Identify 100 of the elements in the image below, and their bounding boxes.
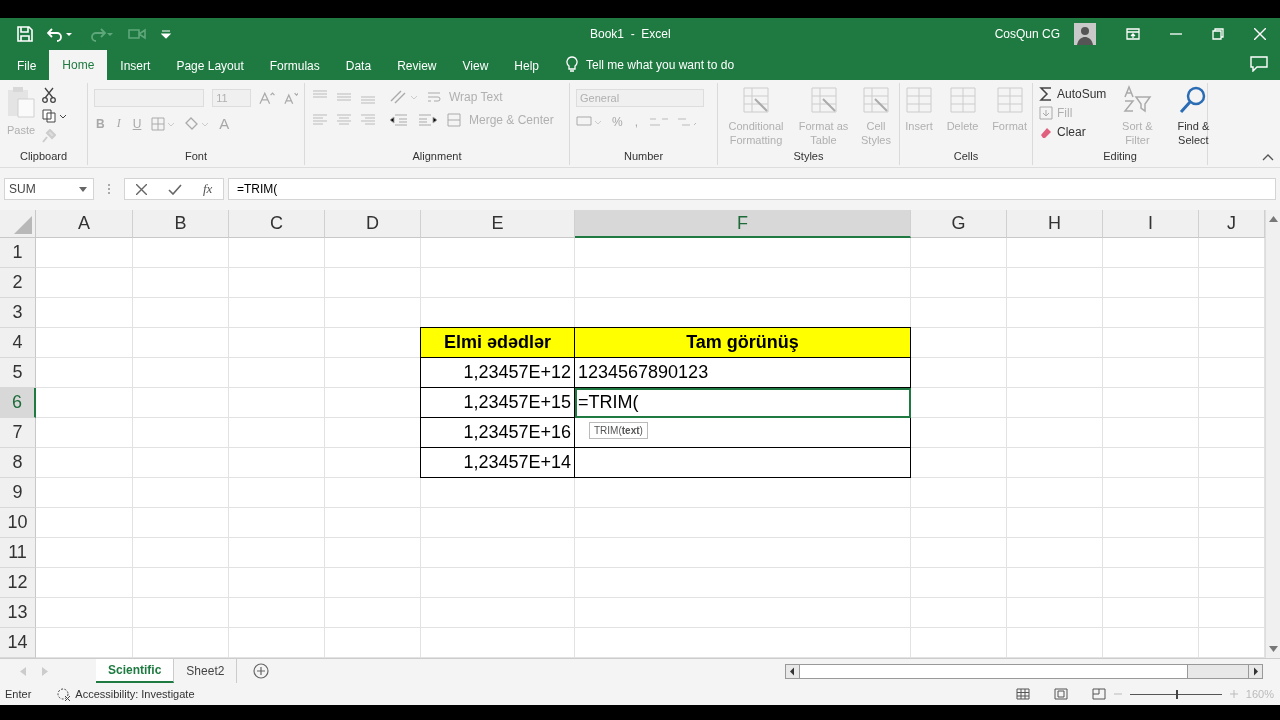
copy-icon[interactable] <box>42 109 66 123</box>
ribbon-tab[interactable]: Formulas <box>256 52 333 80</box>
ribbon-tab[interactable]: Insert <box>107 52 164 80</box>
cells-icon[interactable] <box>948 85 977 115</box>
lightbulb-icon <box>566 56 578 72</box>
column-header[interactable]: C <box>229 210 325 238</box>
editing-button[interactable]: Find & Select <box>1168 119 1219 147</box>
touch-mode-icon[interactable] <box>127 26 147 42</box>
eraser-icon[interactable] <box>1039 125 1053 139</box>
table-cell[interactable] <box>575 418 911 448</box>
editing-button[interactable]: AutoSum <box>1057 87 1107 101</box>
fill-color-icon[interactable] <box>183 115 210 132</box>
row-header[interactable]: 12 <box>0 568 36 598</box>
table-cell: 1,23457E+12 <box>420 358 575 388</box>
cells-icon[interactable] <box>995 85 1024 115</box>
column-header[interactable]: A <box>36 210 133 238</box>
ribbon-tab[interactable]: Help <box>501 52 552 80</box>
orientation-icon[interactable] <box>389 89 419 105</box>
ribbon-tab[interactable]: Home <box>49 50 108 80</box>
column-header[interactable]: E <box>421 210 575 238</box>
select-all-icon[interactable] <box>13 215 33 235</box>
collapse-ribbon-icon[interactable] <box>1262 153 1274 161</box>
column-header[interactable]: D <box>325 210 421 238</box>
sort-filter-icon[interactable] <box>1122 85 1153 115</box>
accessibility-icon[interactable] <box>57 687 72 701</box>
borders-icon[interactable] <box>151 116 176 131</box>
sheet-tab[interactable]: Scientific <box>96 659 175 683</box>
table-header: Tam görünüş <box>575 327 911 358</box>
customize-caret-icon[interactable] <box>161 29 171 39</box>
row-header[interactable]: 10 <box>0 508 36 538</box>
cells-icon[interactable] <box>905 85 933 115</box>
avatar-icon[interactable] <box>1074 23 1096 45</box>
ribbon-tab[interactable]: Page Layout <box>163 52 257 80</box>
cut-icon[interactable] <box>42 87 56 103</box>
insert-function-button[interactable]: fx <box>203 181 213 197</box>
page-layout-view-icon[interactable] <box>1053 688 1068 700</box>
close-icon[interactable] <box>1254 28 1266 40</box>
tell-me-field[interactable]: Tell me what you want to do <box>586 58 735 80</box>
add-sheet-icon[interactable] <box>253 663 270 679</box>
horizontal-scrollbar[interactable] <box>785 663 1264 679</box>
table-cell[interactable] <box>575 448 911 478</box>
column-header[interactable]: G <box>911 210 1007 238</box>
previous-sheet-icon[interactable] <box>20 666 26 676</box>
ribbon-tab[interactable]: Data <box>332 52 385 80</box>
sum-icon[interactable] <box>1039 87 1053 101</box>
merge-icon[interactable] <box>447 113 461 127</box>
row-header[interactable]: 7 <box>0 418 36 448</box>
styles-icon[interactable] <box>741 85 771 115</box>
user-name[interactable]: CosQun CG <box>994 27 1060 41</box>
column-header[interactable]: B <box>133 210 229 238</box>
row-header[interactable]: 8 <box>0 448 36 478</box>
accessibility-status[interactable]: Accessibility: Investigate <box>75 688 195 700</box>
comment-icon[interactable] <box>1250 56 1268 72</box>
row-header[interactable]: 1 <box>0 238 36 268</box>
vertical-scrollbar[interactable] <box>1265 210 1280 658</box>
shrink-font-icon[interactable] <box>282 91 298 105</box>
next-sheet-icon[interactable] <box>42 666 48 676</box>
row-header[interactable]: 6 <box>0 388 36 418</box>
formula-field[interactable]: =TRIM( <box>228 178 1276 200</box>
name-box[interactable]: SUM <box>4 178 94 200</box>
column-header[interactable]: J <box>1199 210 1265 238</box>
row-header[interactable]: 3 <box>0 298 36 328</box>
row-header[interactable]: 4 <box>0 328 36 358</box>
page-break-view-icon[interactable] <box>1091 688 1106 700</box>
ribbon-display-icon[interactable] <box>1126 28 1140 40</box>
styles-icon[interactable] <box>808 85 839 115</box>
currency-icon[interactable] <box>576 115 602 129</box>
restore-icon[interactable] <box>1212 28 1224 40</box>
ribbon-tab[interactable]: Review <box>384 52 450 80</box>
row-header[interactable]: 13 <box>0 598 36 628</box>
save-icon[interactable] <box>17 26 33 42</box>
wrap-text-icon[interactable] <box>427 90 441 104</box>
scrollbar-thumb[interactable] <box>800 664 1189 678</box>
indent-icon[interactable] <box>389 113 439 127</box>
normal-view-icon[interactable] <box>1015 688 1030 700</box>
undo-icon[interactable] <box>47 26 73 42</box>
row-header[interactable]: 5 <box>0 358 36 388</box>
ribbon-tab[interactable]: File <box>4 52 50 80</box>
row-header[interactable]: 2 <box>0 268 36 298</box>
cancel-icon[interactable] <box>135 183 147 195</box>
group-label: Clipboard <box>18 150 69 164</box>
format-painter-icon[interactable] <box>42 129 56 143</box>
editing-button[interactable]: Clear <box>1057 125 1086 139</box>
enter-check-icon[interactable] <box>167 183 182 195</box>
ribbon-tab[interactable]: View <box>449 52 502 80</box>
scroll-up-icon[interactable] <box>1268 216 1278 222</box>
row-header[interactable]: 14 <box>0 628 36 658</box>
fill-down-icon[interactable] <box>1039 106 1053 120</box>
column-header[interactable]: F <box>575 210 911 238</box>
row-header[interactable]: 9 <box>0 478 36 508</box>
column-header[interactable]: I <box>1103 210 1199 238</box>
scroll-down-icon[interactable] <box>1268 646 1278 652</box>
row-header[interactable]: 11 <box>0 538 36 568</box>
table-cell[interactable]: =TRIM( <box>575 388 911 418</box>
zoom-in-icon[interactable] <box>1229 690 1238 698</box>
grow-font-icon[interactable] <box>259 91 275 105</box>
table-cell[interactable]: 1234567890123 <box>575 358 911 388</box>
styles-icon[interactable] <box>861 85 891 115</box>
group-label: Editing <box>1102 150 1138 164</box>
column-header[interactable]: H <box>1007 210 1103 238</box>
